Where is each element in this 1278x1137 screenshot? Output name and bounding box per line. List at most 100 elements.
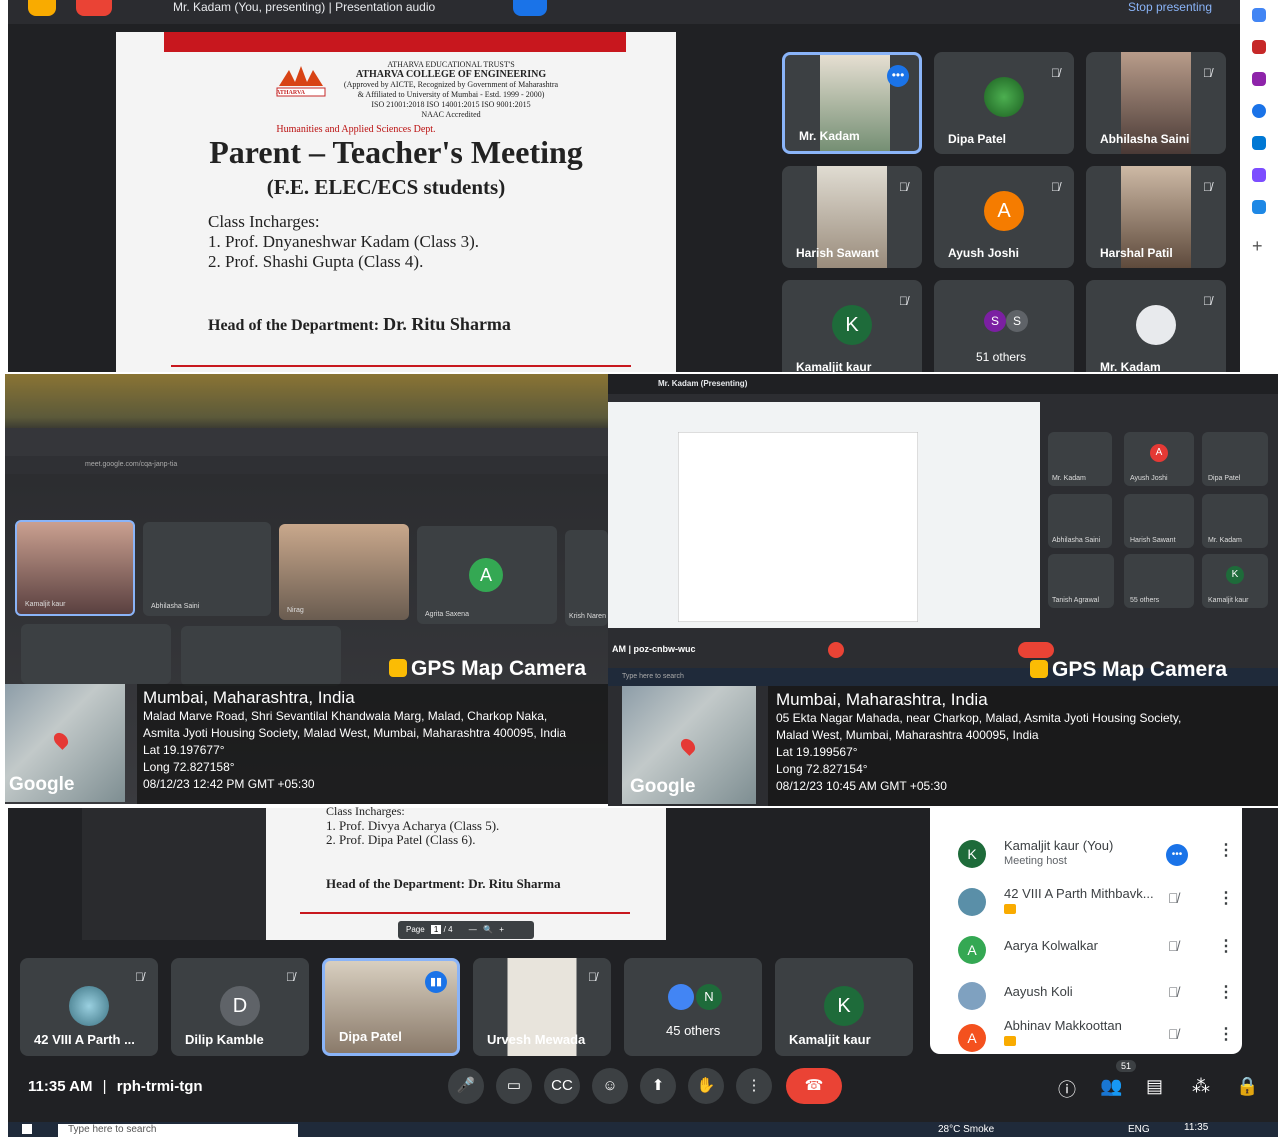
mic-off-icon[interactable]: 🎙̸ — [1168, 984, 1179, 1000]
more-options-button[interactable]: ⋮ — [736, 1068, 772, 1104]
avatar — [958, 982, 986, 1010]
zoom-icon[interactable]: 🔍 — [483, 925, 493, 934]
tile-name: Harish Sawant — [1130, 537, 1176, 544]
taskbar-clock[interactable]: 11:35 — [1184, 1122, 1208, 1133]
mic-off-icon[interactable]: 🎙̸ — [1168, 938, 1179, 954]
people-row[interactable]: 42 VIII A Parth Mithbavk... 🎙̸ ⋮ — [930, 878, 1242, 924]
mic-off-icon: 🎙̸ — [899, 180, 908, 194]
kebab-menu-icon[interactable]: ⋮ — [1218, 840, 1234, 860]
more-options-icon[interactable]: ••• — [1166, 844, 1188, 866]
people-row[interactable]: A Abhinav Makkoottan 🎙̸ ⋮ — [930, 1014, 1242, 1060]
hand-raised-icon — [1004, 1036, 1016, 1046]
stop-presenting-button[interactable]: Stop presenting — [1128, 0, 1212, 14]
participant-tile[interactable]: D 🎙̸ Dilip Kamble — [171, 958, 309, 1056]
presentation-slide: ATHARVA ATHARVA EDUCATIONAL TRUST'S ATHA… — [116, 32, 676, 372]
avatar — [668, 984, 694, 1010]
present-button[interactable]: ⬆ — [640, 1068, 676, 1104]
gps-address-1: 05 Ekta Nagar Mahada, near Charkop, Mala… — [776, 711, 1182, 725]
people-icon[interactable]: 👥 — [1100, 1076, 1122, 1097]
kebab-menu-icon[interactable]: ⋮ — [1218, 1024, 1234, 1044]
weather-widget[interactable]: 28°C Smoke — [938, 1124, 994, 1135]
tile-name: Krish Naren — [569, 613, 606, 620]
tile-name: Tanish Agrawal — [1052, 597, 1100, 604]
send-icon[interactable] — [1252, 200, 1266, 214]
map-pin-icon — [51, 730, 71, 750]
people-row[interactable]: A Aarya Kolwalkar 🎙̸ ⋮ — [930, 926, 1242, 972]
participant-tile[interactable]: ••• Mr. Kadam — [782, 52, 922, 154]
people-row[interactable]: Aayush Koli 🎙̸ ⋮ — [930, 972, 1242, 1018]
gps-brand: GPS Map Camera — [389, 657, 586, 681]
page-current[interactable]: 1 — [430, 925, 442, 934]
tile-name: Mr. Kadam — [1208, 537, 1242, 544]
participant-tile[interactable]: 🎙̸ Mr. Kadam — [1086, 280, 1226, 372]
audio-toggle[interactable] — [513, 0, 547, 16]
emoji-button[interactable]: ☺ — [592, 1068, 628, 1104]
avatar: K — [958, 840, 986, 868]
zoom-in-icon[interactable]: + — [499, 925, 504, 934]
participant-tile[interactable]: A 🎙̸ Ayush Joshi — [934, 166, 1074, 268]
tile-name: Abhilasha Saini — [1052, 537, 1101, 544]
incharge-1: 1. Prof. Dnyaneshwar Kadam (Class 3). — [208, 232, 479, 251]
info-icon[interactable]: ⓘ — [1058, 1076, 1076, 1102]
participant-name: Mr. Kadam — [1100, 360, 1161, 372]
others-tile[interactable]: S S 51 others — [934, 280, 1074, 372]
meeting-code: rph-trmi-tgn — [116, 1078, 203, 1095]
more-options-icon[interactable]: ••• — [887, 65, 909, 87]
record-icon[interactable] — [76, 0, 112, 16]
raise-hand-button[interactable]: ✋ — [688, 1068, 724, 1104]
gps-datetime: 08/12/23 10:45 AM GMT +05:30 — [776, 779, 947, 793]
participant-tile[interactable]: 🎙̸ 42 VIII A Parth ... — [20, 958, 158, 1056]
end-call-button[interactable]: ☎ — [786, 1068, 842, 1104]
mic-off-icon[interactable]: 🎙̸ — [1168, 1026, 1179, 1042]
others-tile[interactable]: N 45 others — [624, 958, 762, 1056]
kebab-menu-icon[interactable]: ⋮ — [1218, 982, 1234, 1002]
chat-icon[interactable]: ▤ — [1146, 1076, 1163, 1097]
mic-off-icon: 🎙̸ — [286, 970, 295, 984]
mic-off-icon: 🎙̸ — [1203, 294, 1212, 308]
participant-tile[interactable]: 🎙̸ Dipa Patel — [934, 52, 1074, 154]
incharges-label: Class Incharges: — [326, 804, 405, 818]
games-icon[interactable] — [1252, 72, 1266, 86]
presenter-bar: Mr. Kadam (Presenting) — [608, 374, 1278, 394]
avatar: D — [220, 986, 260, 1026]
participant-tile-speaking[interactable]: ▮▮ Dipa Patel — [322, 958, 460, 1056]
windows-start-icon[interactable] — [22, 1124, 32, 1134]
toolbox-icon[interactable] — [1252, 40, 1266, 54]
extension-icon[interactable] — [1252, 8, 1266, 22]
copilot-icon[interactable] — [1252, 104, 1266, 118]
participant-tile[interactable]: K Kamaljit kaur — [775, 958, 913, 1056]
page-navigator[interactable]: Page 1 / 4 — 🔍 + — [398, 921, 534, 939]
activities-icon[interactable]: ⁂ — [1192, 1076, 1210, 1097]
host-controls-icon[interactable]: 🔒 — [1236, 1076, 1258, 1097]
hod-name: Dr. Ritu Sharma — [383, 314, 511, 334]
spreadsheet-grid — [678, 432, 918, 622]
participant-name: Kamaljit kaur — [796, 360, 872, 372]
kebab-menu-icon[interactable]: ⋮ — [1218, 936, 1234, 956]
taskbar-search[interactable]: Type here to search — [58, 1124, 298, 1137]
participant-tile[interactable]: 🎙̸ Urvesh Mewada — [473, 958, 611, 1056]
mic-off-icon: 🎙̸ — [1051, 66, 1060, 80]
mic-off-icon[interactable]: 🎙̸ — [1168, 890, 1179, 906]
captions-button[interactable]: CC — [544, 1068, 580, 1104]
head-of-department: Head of the Department: Dr. Ritu Sharma — [326, 876, 561, 891]
gps-city: Mumbai, Maharashtra, India — [143, 688, 355, 707]
designer-icon[interactable] — [1252, 168, 1266, 182]
kebab-menu-icon[interactable]: ⋮ — [1218, 888, 1234, 908]
participant-tile[interactable]: 🎙̸ Abhilasha Saini — [1086, 52, 1226, 154]
camera-button[interactable]: ▭ — [496, 1068, 532, 1104]
zoom-out-icon[interactable]: — — [469, 925, 477, 934]
participant-tile[interactable]: 🎙̸ Harish Sawant — [782, 166, 922, 268]
people-row[interactable]: K Kamaljit kaur (You) Meeting host ••• ⋮ — [930, 830, 1242, 876]
mic-button[interactable]: 🎤 — [448, 1068, 484, 1104]
gps-longitude: Long 72.827154° — [776, 762, 868, 776]
page-total: 4 — [448, 925, 453, 934]
outlook-icon[interactable] — [1252, 136, 1266, 150]
naac-line: NAAC Accredited — [421, 110, 481, 119]
participant-tile[interactable]: 🎙̸ Harshal Patil — [1086, 166, 1226, 268]
add-icon[interactable]: + — [1252, 236, 1263, 257]
mic-off-icon: 🎙̸ — [1203, 180, 1212, 194]
avatar: K — [824, 986, 864, 1026]
language-indicator[interactable]: ENG — [1128, 1124, 1150, 1135]
participant-tile[interactable]: K 🎙̸ Kamaljit kaur — [782, 280, 922, 372]
app-icon[interactable] — [28, 0, 56, 16]
